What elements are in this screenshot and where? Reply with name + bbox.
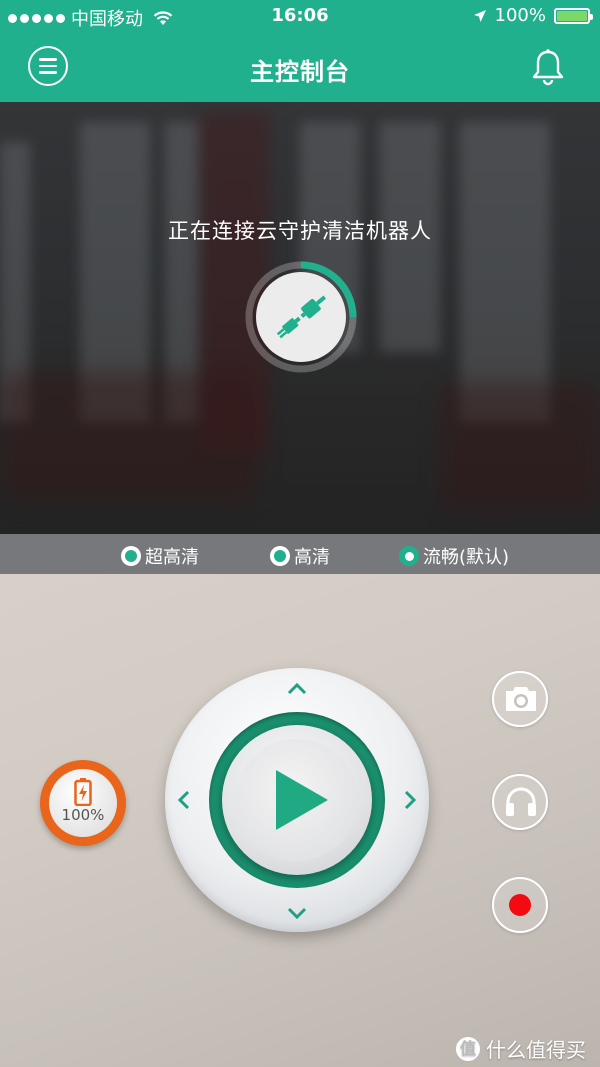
video-feed[interactable]: 正在连接云守护清洁机器人	[0, 102, 600, 534]
record-icon	[509, 894, 531, 916]
camera-icon	[506, 687, 536, 711]
screenshot-button[interactable]	[492, 671, 548, 727]
watermark-logo: 值	[456, 1036, 480, 1061]
play-icon	[276, 770, 328, 830]
battery-percent: 100%	[494, 5, 546, 26]
watermark: 值 什么值得买	[456, 1034, 586, 1063]
radio-selected-icon	[399, 546, 419, 566]
robot-battery-label: 100%	[61, 806, 105, 824]
record-button[interactable]	[492, 877, 548, 933]
chevron-left-icon[interactable]	[177, 789, 191, 811]
headphones-icon	[506, 787, 536, 816]
chevron-down-icon[interactable]	[286, 906, 308, 920]
robot-battery-indicator[interactable]: 100%	[40, 760, 126, 846]
quality-option-ultra-hd[interactable]: 超高清	[121, 543, 199, 569]
connection-progress-ring	[245, 261, 357, 373]
quality-label: 高清	[294, 547, 330, 568]
radio-icon	[270, 546, 290, 566]
battery-charging-icon	[74, 778, 92, 806]
quality-label: 超高清	[145, 547, 199, 568]
chevron-up-icon[interactable]	[286, 682, 308, 696]
connecting-status-text: 正在连接云守护清洁机器人	[168, 219, 432, 243]
bell-icon[interactable]	[530, 48, 566, 86]
app-header: 主控制台	[0, 34, 600, 102]
page-title: 主控制台	[250, 58, 350, 86]
audio-button[interactable]	[492, 774, 548, 830]
play-button[interactable]	[222, 725, 372, 875]
quality-selector: 超高清 高清 流畅(默认)	[0, 534, 600, 574]
chevron-right-icon[interactable]	[403, 789, 417, 811]
location-arrow-icon	[473, 9, 486, 22]
quality-option-smooth[interactable]: 流畅(默认)	[399, 543, 509, 569]
watermark-text: 什么值得买	[486, 1038, 586, 1062]
quality-option-hd[interactable]: 高清	[270, 543, 330, 569]
battery-icon	[554, 7, 593, 24]
status-right: 100%	[473, 5, 593, 26]
quality-label: 流畅(默认)	[423, 547, 510, 568]
main-console-screen: 中国移动 16:06 100% 主控制台 正在连接云守护清洁机器人 超高清 高清…	[0, 0, 600, 1067]
radio-icon	[121, 546, 141, 566]
status-bar: 中国移动 16:06 100%	[0, 0, 600, 34]
